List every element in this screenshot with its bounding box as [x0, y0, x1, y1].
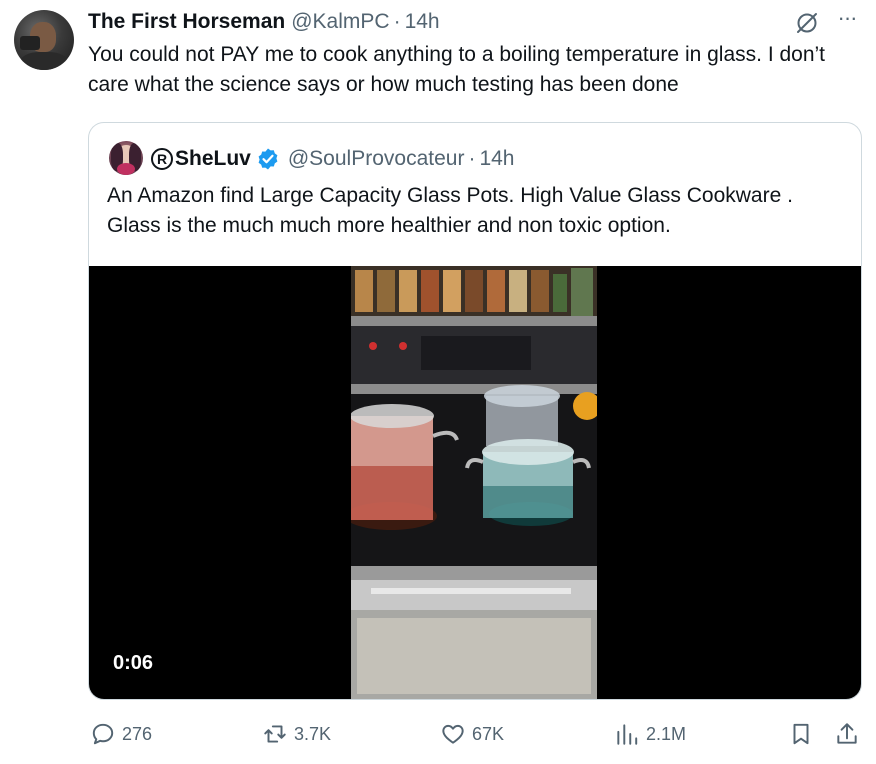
quoted-author-name: SheLuv — [175, 147, 251, 170]
heart-icon — [442, 724, 464, 744]
reply-count: 276 — [122, 723, 153, 744]
quoted-author-handle[interactable]: @SoulProvocateur — [288, 147, 465, 171]
separator-dot: · — [393, 10, 401, 33]
bookmark-icon[interactable] — [788, 721, 814, 747]
views-count: 2.1M — [646, 723, 687, 744]
verified-badge-icon — [258, 148, 278, 170]
author-avatar[interactable] — [14, 10, 74, 70]
like-count: 67K — [472, 723, 505, 744]
reply-icon — [92, 723, 114, 745]
registered-mark: R — [151, 148, 173, 170]
quoted-author-avatar[interactable] — [109, 141, 143, 175]
share-icon[interactable] — [834, 721, 860, 747]
video-duration: 0:06 — [113, 652, 154, 674]
stove-scene-image — [351, 266, 597, 699]
tweet-time[interactable]: 14h — [405, 10, 440, 34]
quoted-separator-dot: · — [468, 147, 476, 170]
video-player[interactable]: 0:06 — [89, 266, 861, 699]
quoted-author-name-group[interactable]: R SheLuv — [151, 147, 251, 171]
repost-count: 3.7K — [294, 723, 332, 744]
author-name[interactable]: The First Horseman — [88, 10, 285, 34]
views-icon — [617, 724, 638, 745]
quoted-tweet-header: R SheLuv @SoulProvocateur · 14h — [151, 145, 514, 173]
repost-button[interactable]: 3.7K — [262, 718, 331, 750]
quoted-tweet-card[interactable]: R SheLuv @SoulProvocateur · 14h An Amazo… — [88, 122, 862, 700]
tweet-header: The First Horseman @KalmPC · 14h — [88, 10, 440, 34]
repost-icon — [264, 725, 286, 743]
views-button[interactable]: 2.1M — [614, 718, 686, 750]
grok-icon[interactable] — [794, 10, 820, 36]
author-handle[interactable]: @KalmPC — [291, 10, 389, 34]
tweet-text: You could not PAY me to cook anything to… — [88, 43, 826, 96]
video-frame — [351, 266, 597, 699]
reply-button[interactable]: 276 — [90, 718, 152, 750]
quoted-tweet-text: An Amazon find Large Capacity Glass Pots… — [107, 184, 793, 237]
action-bar: 276 3.7K 67K 2.1M — [0, 718, 876, 750]
quoted-tweet-time[interactable]: 14h — [479, 147, 514, 171]
more-options-icon[interactable]: ··· — [834, 7, 860, 34]
like-button[interactable]: 67K — [440, 718, 504, 750]
